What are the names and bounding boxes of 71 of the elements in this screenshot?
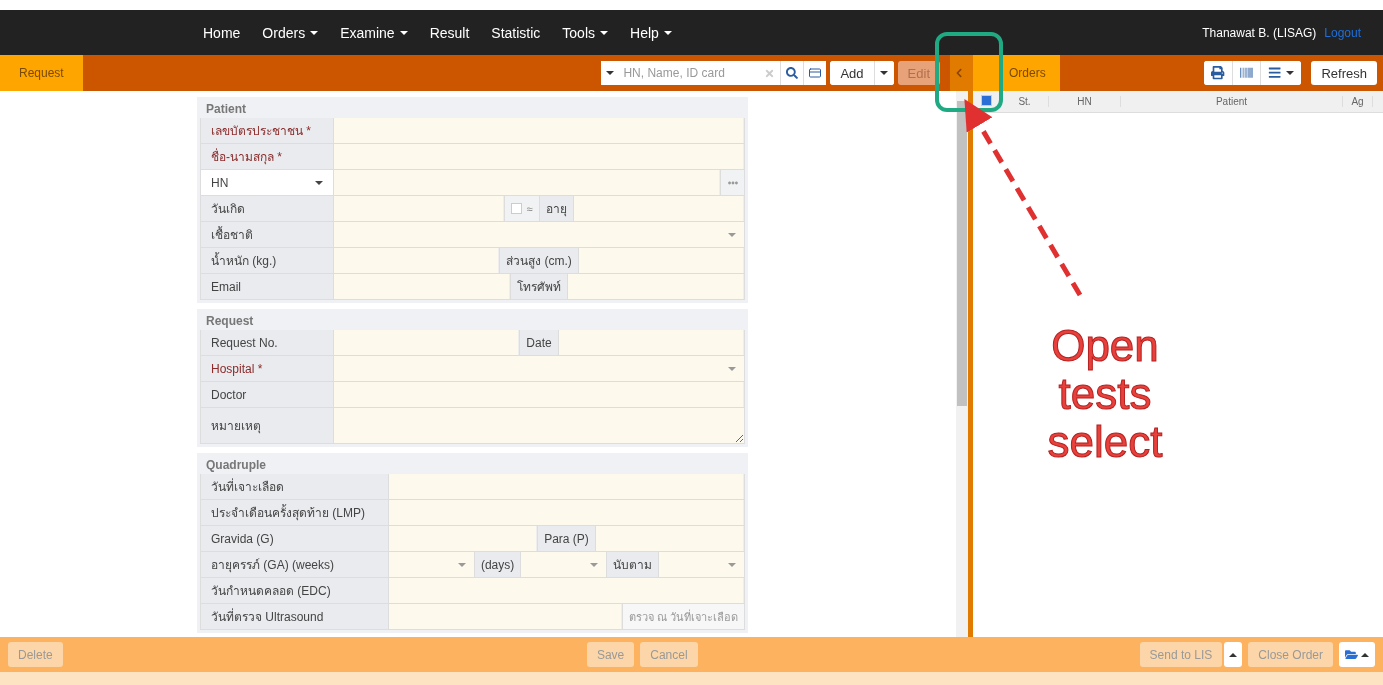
chevron-left-icon xyxy=(954,68,964,78)
panel-title: Orders xyxy=(973,55,1060,91)
field-label: วันที่เจาะเลือด xyxy=(201,474,389,499)
search-field[interactable]: HN, Name, ID card xyxy=(619,61,760,85)
field-label: ส่วนสูง (cm.) xyxy=(506,253,572,270)
input-field[interactable] xyxy=(578,248,744,273)
refresh-button[interactable]: Refresh xyxy=(1311,61,1377,85)
field-label: อายุ xyxy=(545,201,567,218)
input-field[interactable] xyxy=(389,474,744,499)
input-field[interactable] xyxy=(334,248,500,273)
section-title: Request xyxy=(205,313,255,330)
input-field[interactable] xyxy=(389,500,744,525)
input-field[interactable] xyxy=(389,526,538,551)
column-header[interactable]: St. xyxy=(1018,96,1031,107)
menu-icon[interactable] xyxy=(1260,61,1302,85)
field-label: Request No. xyxy=(201,330,334,355)
collapse-button[interactable] xyxy=(950,55,968,91)
approx-label: ≈ xyxy=(526,202,533,215)
input-field[interactable] xyxy=(334,330,520,355)
input-field[interactable] xyxy=(334,144,744,169)
nav-item[interactable]: Statistic xyxy=(480,24,552,41)
action-button[interactable]: ตรวจ ณ วันที่เจาะเลือด xyxy=(621,604,744,629)
card-icon[interactable] xyxy=(803,61,827,85)
folder-icon[interactable] xyxy=(1339,642,1375,667)
field-label: เลขบัตรประชาชน * xyxy=(201,118,334,143)
field-label: โทรศัพท์ xyxy=(517,279,561,296)
input-field[interactable] xyxy=(334,382,744,407)
panel-title: Request xyxy=(0,55,83,91)
logout-link[interactable]: Logout xyxy=(1324,25,1361,40)
annotation-text: Open tests select xyxy=(1046,322,1164,466)
field-label: ประจำเดือนครั้งสุดท้าย (LMP) xyxy=(201,500,389,525)
input-field[interactable] xyxy=(558,330,744,355)
input-field[interactable] xyxy=(389,578,744,603)
input-field[interactable] xyxy=(334,118,744,143)
field-label: น้ำหนัก (kg.) xyxy=(201,248,334,273)
field-label: วันที่ตรวจ Ultrasound xyxy=(201,604,389,629)
nav-item[interactable]: Help xyxy=(619,24,683,41)
input-field[interactable] xyxy=(568,274,744,299)
field-label: วันเกิด xyxy=(201,196,334,221)
input-field[interactable] xyxy=(595,526,744,551)
field-label: Email xyxy=(201,274,334,299)
nav-item[interactable]: Home xyxy=(192,24,252,41)
section-title: Quadruple xyxy=(205,457,267,474)
id-type-select[interactable]: HN xyxy=(201,170,334,195)
input-field[interactable] xyxy=(334,274,510,299)
nav-item[interactable]: Result xyxy=(418,24,481,41)
nav-item[interactable]: Examine xyxy=(329,24,419,41)
search-icon[interactable] xyxy=(780,61,804,85)
caret-icon[interactable] xyxy=(601,61,620,85)
input-field[interactable] xyxy=(573,196,744,221)
field-label: Doctor xyxy=(201,382,334,407)
nav-item[interactable]: Orders xyxy=(251,24,330,41)
field-label: ชื่อ-นามสกุล * xyxy=(201,144,334,169)
column-header[interactable]: Patient xyxy=(1215,96,1248,107)
section-title: Patient xyxy=(205,101,247,118)
field-label: Gravida (G) xyxy=(201,526,389,551)
caret-icon[interactable] xyxy=(1224,642,1243,667)
nav-item[interactable]: Tools xyxy=(551,24,619,41)
checkbox[interactable] xyxy=(981,95,992,106)
column-header[interactable]: HN xyxy=(1077,96,1092,107)
user-name: Thanawat B. (LISAG) xyxy=(1202,25,1317,40)
input-field[interactable] xyxy=(389,604,622,629)
column-header[interactable]: Ag xyxy=(1351,96,1364,107)
field-label: Para (P) xyxy=(544,531,589,546)
checkbox[interactable] xyxy=(511,203,523,214)
scroll-thumb[interactable] xyxy=(957,101,967,406)
input-field[interactable] xyxy=(334,170,720,195)
input-field[interactable] xyxy=(334,196,505,221)
caret-icon[interactable] xyxy=(873,61,894,85)
field-label: Date xyxy=(526,335,552,350)
field-label: วันกำหนดคลอด (EDC) xyxy=(201,578,389,603)
